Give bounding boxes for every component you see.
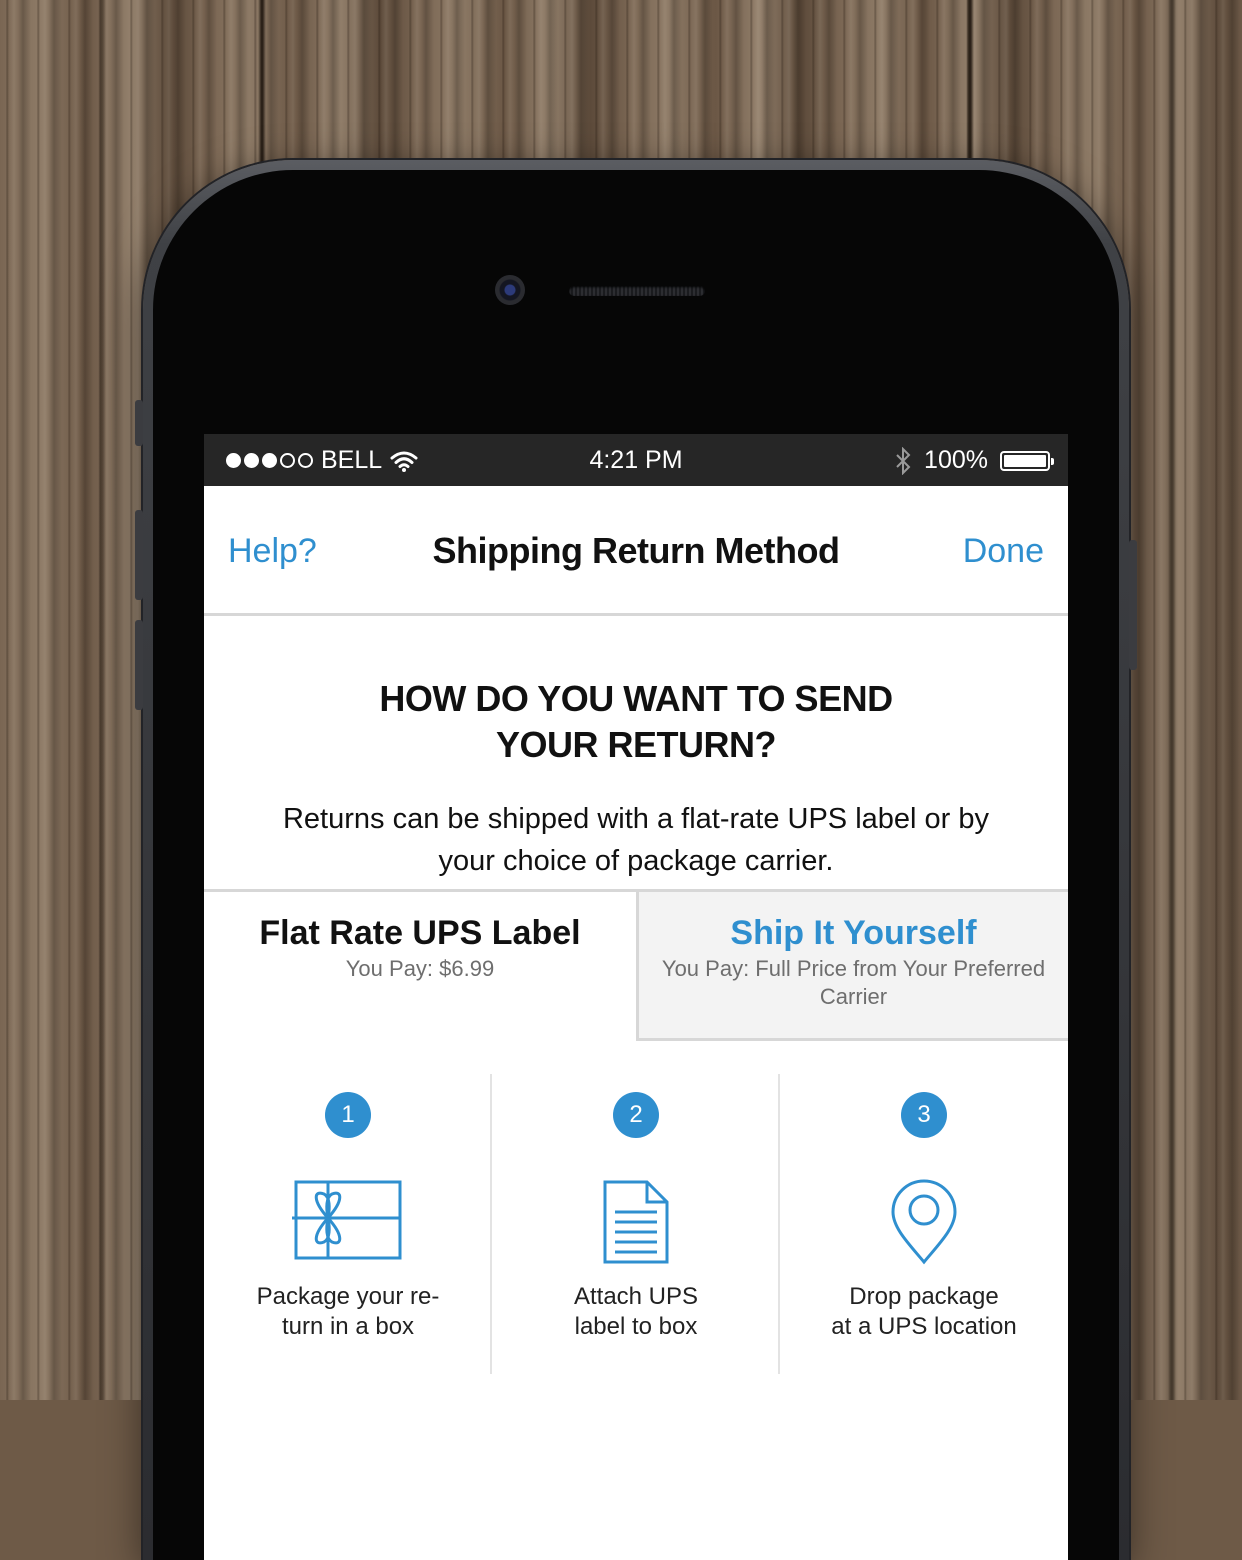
status-bar: BELL 4:21 PM 100%	[204, 434, 1068, 486]
power-button	[1129, 540, 1137, 670]
step-caption: Drop package at a UPS location	[780, 1282, 1068, 1342]
wood-crack	[1168, 0, 1176, 1400]
heading-line-2: YOUR RETURN?	[496, 724, 777, 765]
front-camera	[495, 275, 525, 305]
step-number-badge: 2	[613, 1092, 659, 1138]
step-caption: Package your re- turn in a box	[204, 1282, 492, 1342]
caption-line: label to box	[574, 1313, 698, 1340]
heading-line-1: HOW DO YOU WANT TO SEND	[379, 678, 893, 719]
earpiece-speaker	[569, 286, 705, 296]
status-right: 100%	[894, 446, 1054, 475]
volume-up-button	[135, 510, 143, 600]
bluetooth-icon	[896, 446, 911, 475]
caption-line: Drop package	[849, 1283, 999, 1310]
phone-frame: BELL 4:21 PM 100% Help? Shipping Return …	[135, 160, 1137, 1560]
app-screen: BELL 4:21 PM 100% Help? Shipping Return …	[204, 434, 1068, 1560]
page-title: Shipping Return Method	[432, 530, 840, 571]
map-pin-icon	[891, 1179, 957, 1265]
step-number-badge: 3	[901, 1092, 947, 1138]
shipping-option-tabs: Flat Rate UPS Label You Pay: $6.99 Ship …	[204, 889, 1068, 1041]
caption-line: at a UPS location	[831, 1313, 1017, 1340]
tab-ship-it-yourself[interactable]: Ship It Yourself You Pay: Full Price fro…	[636, 892, 1068, 1041]
step-number-badge: 1	[325, 1092, 371, 1138]
option-name: Flat Rate UPS Label	[259, 914, 581, 952]
step-item: 3 Drop package at a UPS location	[780, 1074, 1068, 1374]
caption-line: Package your re-	[256, 1283, 440, 1310]
done-button[interactable]: Done	[963, 532, 1044, 571]
volume-down-button	[135, 620, 143, 710]
document-label-icon	[603, 1180, 669, 1264]
mute-switch	[135, 400, 143, 446]
caption-line: Attach UPS	[573, 1283, 699, 1310]
navigation-bar: Help? Shipping Return Method Done	[204, 486, 1068, 616]
section-heading: HOW DO YOU WANT TO SEND YOUR RETURN?	[264, 676, 1008, 768]
battery-percent: 100%	[924, 446, 988, 474]
option-name: Ship It Yourself	[730, 914, 977, 952]
return-steps: 1 Package your re- turn in a box 2 Attac…	[204, 1074, 1068, 1374]
gift-box-icon	[292, 1180, 402, 1260]
tab-flat-rate-ups-label[interactable]: Flat Rate UPS Label You Pay: $6.99	[204, 892, 636, 1041]
step-item: 2 Attach UPS label to box	[492, 1074, 780, 1374]
battery-icon	[1000, 450, 1054, 471]
intro-section: HOW DO YOU WANT TO SEND YOUR RETURN? Ret…	[204, 616, 1068, 882]
wood-crack	[98, 0, 106, 1400]
option-price: You Pay: Full Price from Your Preferred …	[661, 956, 1046, 1009]
step-item: 1 Package your re- turn in a box	[204, 1074, 492, 1374]
step-caption: Attach UPS label to box	[492, 1282, 780, 1342]
option-price: You Pay: $6.99	[345, 956, 495, 981]
intro-description: Returns can be shipped with a flat-rate …	[282, 803, 990, 877]
caption-line: turn in a box	[281, 1313, 415, 1340]
